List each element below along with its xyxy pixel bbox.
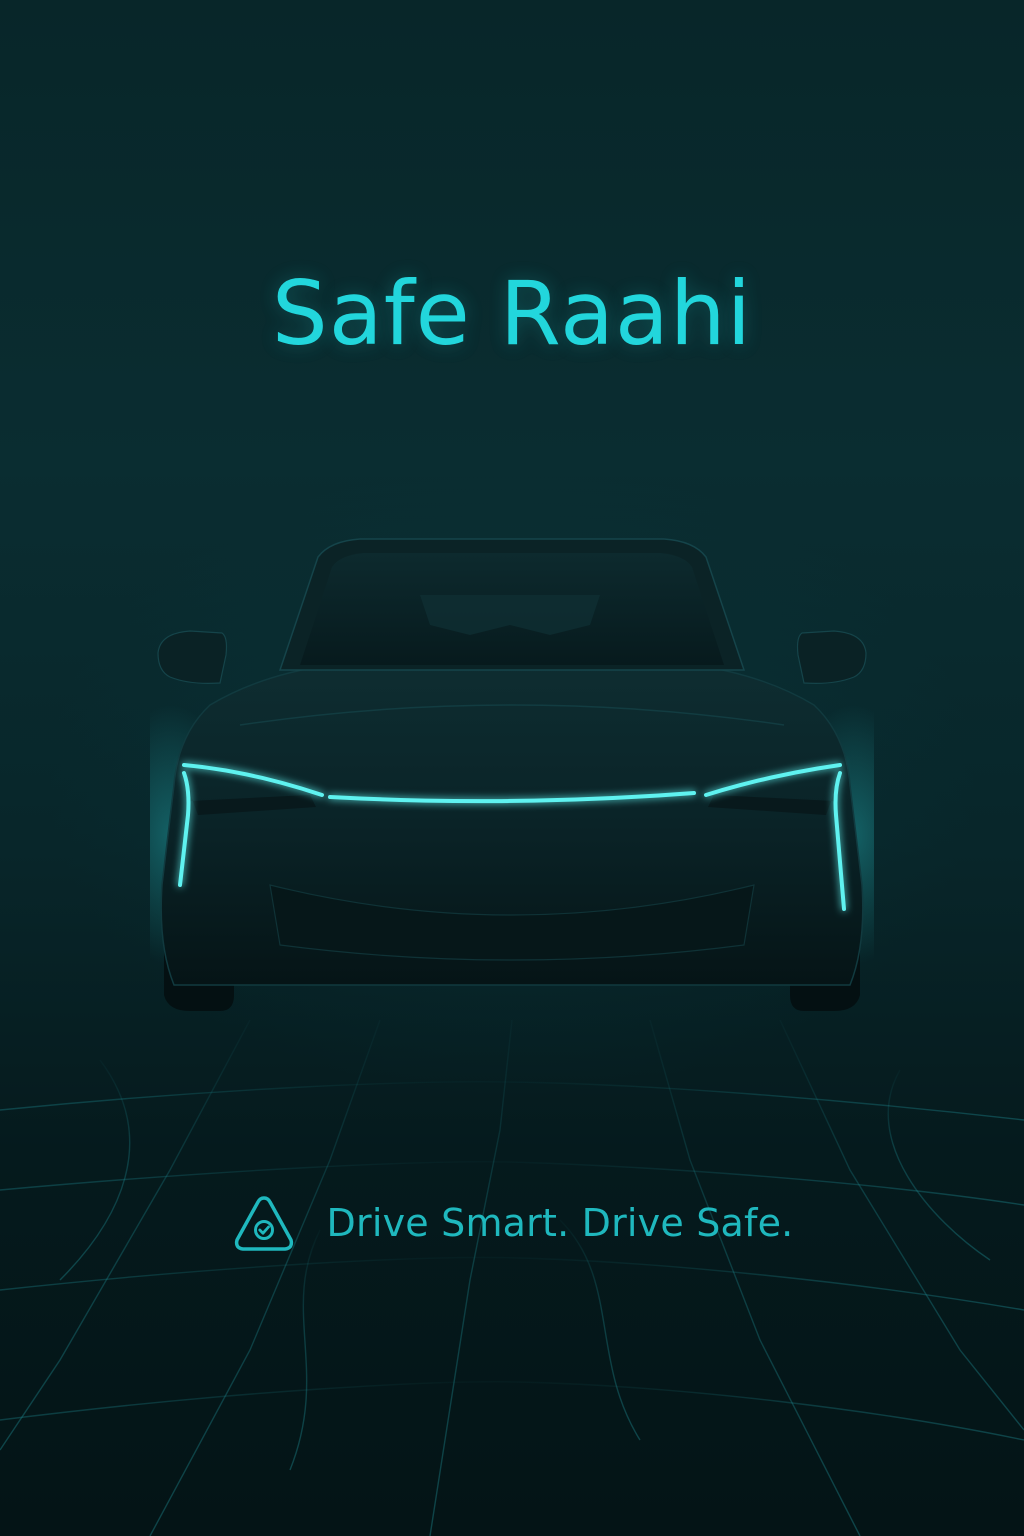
tagline-row: Drive Smart. Drive Safe.	[0, 1192, 1024, 1254]
splash-screen: Safe Raahi Drive Smart. Drive Safe.	[0, 0, 1024, 1536]
app-title: Safe Raahi	[271, 262, 753, 365]
tagline-text: Drive Smart. Drive Safe.	[326, 1201, 794, 1245]
shield-check-icon	[234, 1196, 293, 1251]
ground-grid-decoration	[0, 1020, 1024, 1536]
hero-car-illustration	[150, 538, 874, 1011]
